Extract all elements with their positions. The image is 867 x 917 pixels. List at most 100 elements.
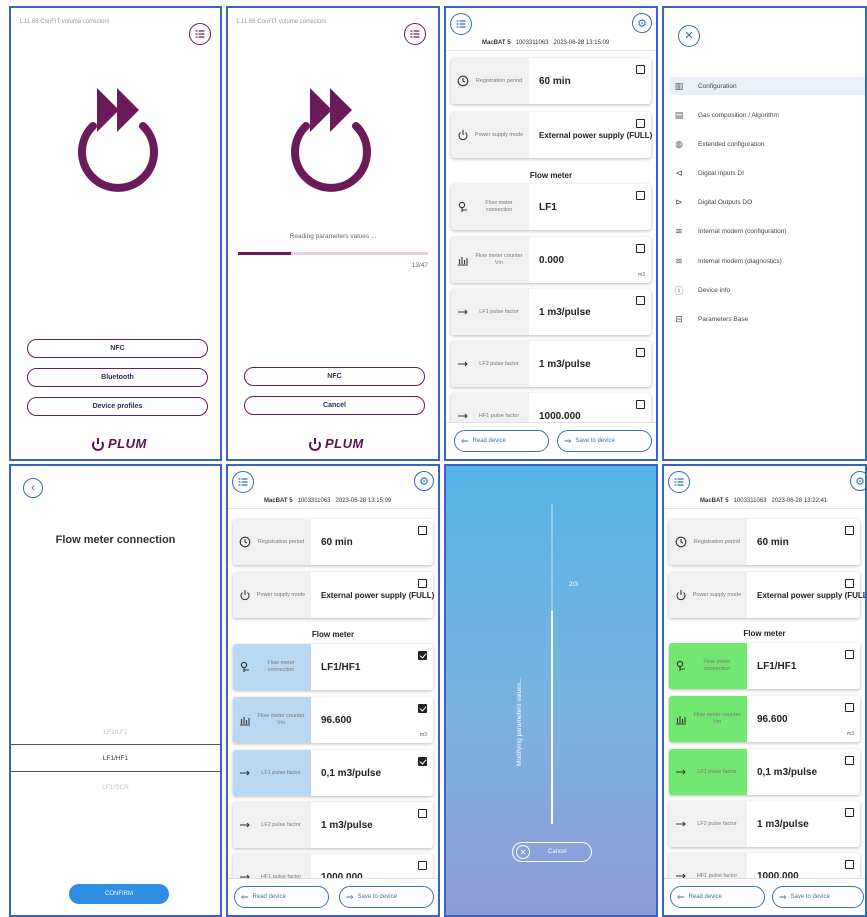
flow-connection-icon (240, 661, 249, 672)
saved-parameters-screen: ⚙ MacBAT 5 1003311063 2023-06-28 13:22:4… (662, 464, 867, 917)
param-name: LF1 pulse factor (479, 308, 519, 315)
device-datetime: 2023-06-28 13:15:09 (335, 498, 392, 504)
menu-item-digital-outputs[interactable]: ⊳ Digital Outputs DO (670, 193, 865, 211)
picker-option[interactable]: LF1/LF2 (11, 729, 220, 736)
nfc-button[interactable]: NFC (244, 367, 425, 386)
param-row[interactable]: Registration period 60 min (669, 519, 860, 565)
picker-option[interactable]: LF1/SCR (11, 784, 220, 791)
param-checkbox[interactable] (418, 579, 427, 588)
param-checkbox-checked[interactable] (418, 757, 427, 766)
menu-item-label: Device info (698, 286, 731, 294)
param-checkbox[interactable] (845, 650, 854, 659)
read-device-button[interactable]: ⇐ Read device (670, 886, 765, 908)
param-value: 1 m3/pulse (321, 819, 373, 831)
menu-button[interactable] (189, 23, 211, 45)
bluetooth-button[interactable]: Bluetooth (27, 368, 208, 387)
param-name: Flow meter counter Vm (693, 712, 741, 725)
param-checkbox[interactable] (845, 756, 854, 765)
menu-item-extended-configuration[interactable]: ◍ Extended configuration (670, 135, 865, 153)
param-checkbox[interactable] (418, 809, 427, 818)
param-name: Flow meter connection (267, 660, 295, 673)
menu-item-configuration[interactable]: ▥ Configuration (670, 77, 865, 95)
param-checkbox[interactable] (636, 348, 645, 357)
param-checkbox-checked[interactable] (418, 651, 427, 660)
device-profiles-button[interactable]: Device profiles (27, 397, 208, 416)
param-row-saved[interactable]: LF1 pulse factor 0,1 m3/pulse (669, 749, 860, 795)
settings-button[interactable]: ⚙ (632, 13, 652, 33)
menu-button[interactable] (232, 471, 254, 493)
menu-item-device-info[interactable]: ⓘ Device info (670, 281, 865, 299)
section-title: Flow meter (311, 630, 355, 639)
picker-title: Flow meter connection (55, 534, 176, 546)
read-device-button[interactable]: ⇐ Read device (454, 430, 549, 452)
cancel-button[interactable]: Cancel (244, 396, 425, 415)
param-checkbox[interactable] (845, 860, 854, 869)
device-serial: 1003311063 (297, 498, 331, 504)
menu-item-modem-configuration[interactable]: ≋ Internal modem (configuration) (670, 222, 865, 240)
param-checkbox[interactable] (845, 526, 854, 535)
menu-item-parameters-base[interactable]: ⊟ Parameters Base (670, 310, 865, 328)
param-row-saved[interactable]: Flow meter connection LF1/HF1 (669, 643, 860, 689)
param-row-saved[interactable]: Flow meter counter Vm 96.600 m3 (669, 696, 860, 742)
cancel-label: Cancel (548, 849, 567, 855)
param-name: LF2 pulse factor (261, 821, 301, 828)
brand-name: PLUM (325, 436, 364, 451)
flow-connection-icon (676, 660, 685, 671)
save-to-device-button[interactable]: ⇒ Save to device (557, 430, 652, 452)
picker-option-selected[interactable]: LF1/HF1 (11, 755, 220, 762)
param-row[interactable]: LF2 pulse factor 1 m3/pulse (451, 341, 651, 387)
param-checkbox[interactable] (845, 703, 854, 712)
param-checkbox[interactable] (636, 119, 645, 128)
nfc-button[interactable]: NFC (27, 339, 208, 358)
param-checkbox[interactable] (636, 65, 645, 74)
param-row[interactable]: LF1 pulse factor 1 m3/pulse (451, 289, 651, 335)
param-checkbox[interactable] (845, 579, 854, 588)
param-checkbox[interactable] (845, 808, 854, 817)
param-checkbox[interactable] (418, 861, 427, 870)
menu-item-digital-inputs[interactable]: ⊲ Digital Inputs DI (670, 164, 865, 182)
close-menu-button[interactable]: ✕ (678, 25, 700, 47)
param-row[interactable]: Flow meter counter Vm 0.000 m3 (451, 237, 651, 283)
param-checkbox[interactable] (636, 191, 645, 200)
save-to-device-button[interactable]: ⇒ Save to device (339, 886, 434, 908)
param-row-selected[interactable]: Flow meter counter Vm 96.600 m3 (233, 697, 433, 743)
back-button[interactable]: ‹ (23, 478, 43, 498)
param-row-selected[interactable]: Flow meter connection LF1/HF1 (233, 644, 433, 690)
plum-brand: PLUM (91, 436, 147, 451)
param-row[interactable]: Flow meter connection LF1 (451, 184, 651, 230)
clock-icon (457, 75, 469, 87)
menu-item-modem-diagnostics[interactable]: ≋ Internal modem (diagnostics) (670, 252, 865, 270)
param-unit: m3 (638, 272, 645, 278)
read-device-icon: ⇐ (241, 891, 249, 902)
param-row[interactable]: Power supply mode External power supply … (669, 572, 865, 618)
read-device-button[interactable]: ⇐ Read device (234, 886, 329, 908)
arrow-left-circle-icon: ⊲ (675, 167, 683, 178)
list-icon (674, 478, 684, 486)
save-to-device-button[interactable]: ⇒ Save to device (772, 886, 864, 908)
param-row[interactable]: Power supply mode External power supply … (451, 112, 652, 158)
parameters-screen: ⚙ MacBAT 5 1003311063 2023-06-28 13:15:0… (444, 6, 658, 461)
menu-button[interactable] (404, 23, 426, 45)
param-checkbox-checked[interactable] (418, 704, 427, 713)
param-row[interactable]: Power supply mode External power supply … (233, 572, 434, 618)
wifi-icon: ≋ (675, 255, 683, 266)
param-checkbox[interactable] (636, 400, 645, 409)
param-value: 96.600 (321, 714, 352, 726)
menu-button[interactable] (450, 13, 472, 35)
settings-button[interactable]: ⚙ (414, 471, 434, 491)
param-row[interactable]: Registration period 60 min (451, 58, 651, 104)
menu-item-label: Internal modem (configuration) (698, 227, 787, 235)
menu-button[interactable] (668, 471, 690, 493)
param-checkbox[interactable] (636, 244, 645, 253)
param-row[interactable]: LF2 pulse factor 1 m3/pulse (669, 801, 860, 847)
param-row-selected[interactable]: LF1 pulse factor 0,1 m3/pulse (233, 750, 433, 796)
bottom-action-bar: ⇐ Read device ⇒ Save to device (664, 878, 865, 915)
param-checkbox[interactable] (418, 526, 427, 535)
menu-item-gas-composition[interactable]: ▤ Gas composition / Algorithm (670, 106, 865, 124)
param-row[interactable]: Registration period 60 min (233, 519, 433, 565)
confirm-button[interactable]: CONFIRM (69, 884, 169, 904)
modify-cancel-button[interactable]: ✕ Cancel (512, 842, 592, 862)
settings-button[interactable]: ⚙ (850, 471, 865, 491)
param-row[interactable]: LF2 pulse factor 1 m3/pulse (233, 802, 433, 848)
param-checkbox[interactable] (636, 296, 645, 305)
